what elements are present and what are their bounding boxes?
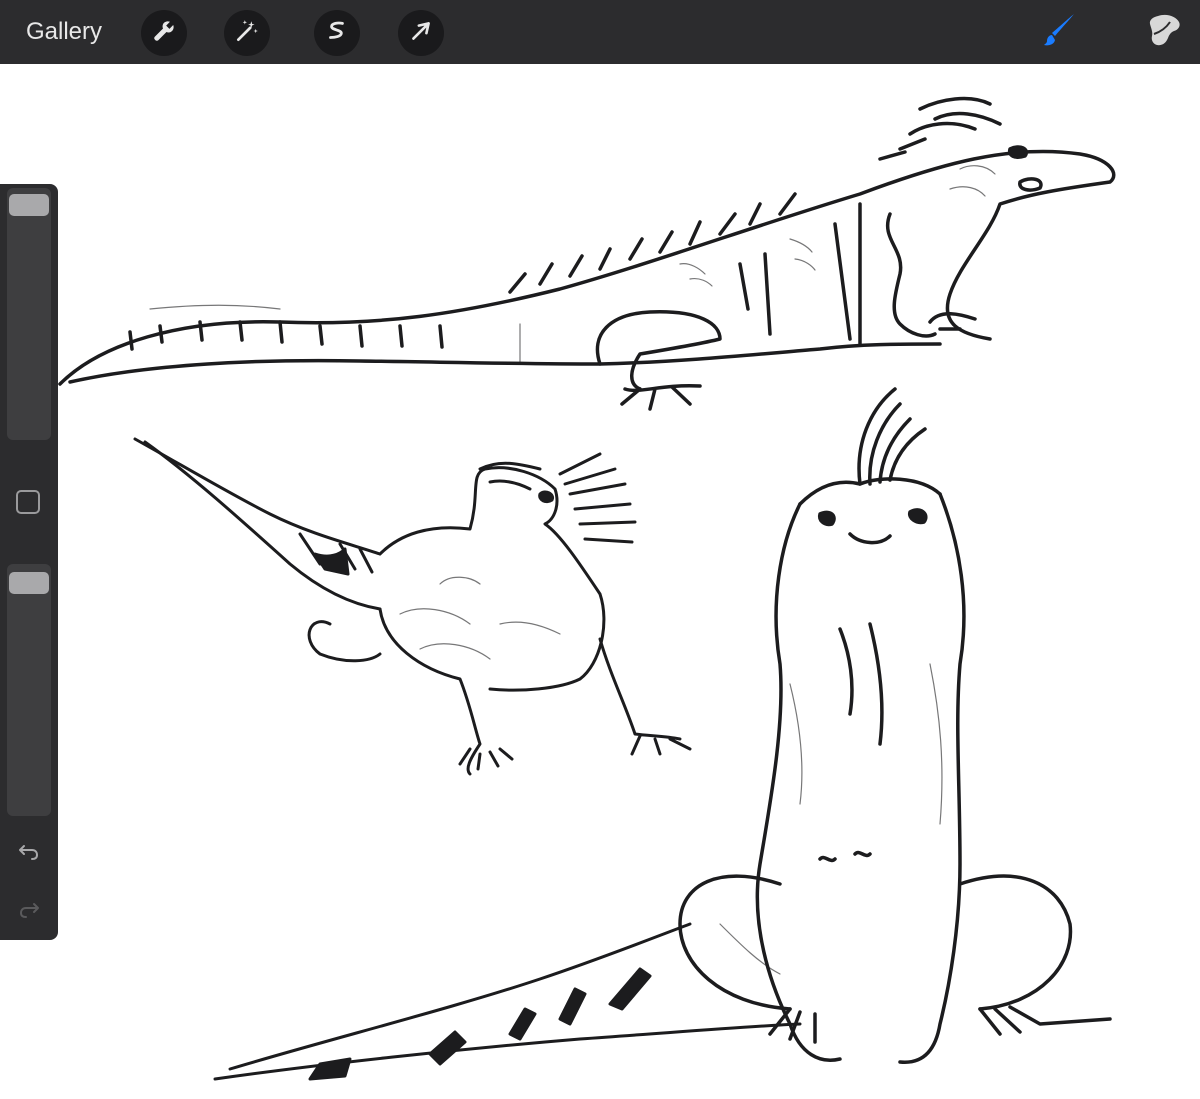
modify-button[interactable] bbox=[16, 490, 40, 514]
gallery-button[interactable]: Gallery bbox=[26, 14, 102, 50]
brush-size-knob[interactable] bbox=[9, 194, 49, 216]
sketch-iguana-lying bbox=[133, 437, 692, 776]
brush-size-slider[interactable] bbox=[7, 188, 51, 440]
sketch-iguana-side bbox=[58, 96, 1116, 411]
transform-arrow-icon bbox=[408, 18, 434, 49]
brush-button[interactable] bbox=[1036, 8, 1084, 56]
left-sidebar bbox=[0, 184, 58, 940]
top-toolbar: Gallery bbox=[0, 0, 1200, 64]
brush-icon bbox=[1040, 10, 1080, 55]
adjustments-button[interactable] bbox=[224, 10, 270, 56]
transform-button[interactable] bbox=[398, 10, 444, 56]
opacity-knob[interactable] bbox=[9, 572, 49, 594]
sketch-iguana-sitting bbox=[678, 387, 1112, 1064]
undo-button[interactable] bbox=[14, 838, 44, 868]
selection-icon bbox=[324, 18, 350, 49]
undo-icon bbox=[16, 838, 42, 869]
selection-button[interactable] bbox=[314, 10, 360, 56]
sketch-tail bbox=[213, 922, 802, 1081]
smudge-button[interactable] bbox=[1140, 8, 1188, 56]
actions-button[interactable] bbox=[141, 10, 187, 56]
opacity-slider[interactable] bbox=[7, 564, 51, 816]
redo-button[interactable] bbox=[14, 896, 44, 926]
magic-wand-icon bbox=[234, 18, 260, 49]
drawing-canvas[interactable] bbox=[0, 64, 1200, 1099]
smudge-icon bbox=[1144, 10, 1184, 55]
wrench-icon bbox=[151, 18, 177, 49]
redo-icon bbox=[16, 896, 42, 927]
